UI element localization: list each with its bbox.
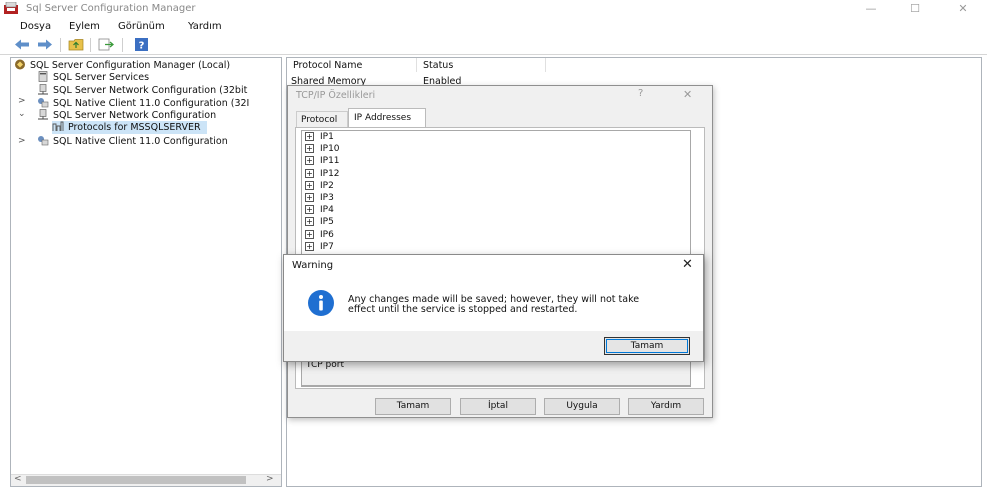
ip-item-label: IP7 [320, 241, 334, 252]
ip-item-label: IP2 [320, 180, 334, 191]
scroll-left-icon[interactable]: < [14, 474, 22, 484]
column-divider [545, 58, 546, 72]
ip-list-item[interactable]: + IP12 [305, 168, 340, 181]
maximize-button[interactable]: ☐ [900, 1, 930, 17]
collapse-caret-icon[interactable]: ⌄ [18, 109, 26, 119]
tab-protocol[interactable]: Protocol [296, 111, 348, 127]
network-config-icon [37, 109, 49, 120]
dialog-close-icon[interactable]: ✕ [683, 88, 692, 101]
ip-item-label: IP5 [320, 217, 334, 228]
expand-plus-icon[interactable]: + [305, 168, 314, 178]
ip-list-item[interactable]: + IP6 [305, 229, 334, 242]
tree-item-network-32bit[interactable]: SQL Server Network Configuration (32bit [37, 84, 247, 97]
column-divider [416, 58, 417, 72]
toolbar-separator [90, 38, 91, 52]
config-manager-icon [14, 59, 26, 70]
tree-label: SQL Native Client 11.0 Configuration [53, 136, 228, 147]
tree-label: SQL Native Client 11.0 Configuration (32… [53, 98, 250, 109]
expand-caret-icon[interactable]: > [18, 136, 26, 146]
tree-item-services[interactable]: SQL Server Services [37, 71, 149, 84]
server-icon [37, 71, 49, 82]
warning-close-icon[interactable]: ✕ [682, 257, 693, 272]
expand-plus-icon[interactable]: + [305, 241, 314, 251]
warning-message-line2: effect until the service is stopped and … [348, 304, 578, 315]
scrollbar-thumb[interactable] [26, 476, 246, 484]
app-icon [4, 1, 20, 15]
expand-plus-icon[interactable]: + [305, 156, 314, 166]
ip-item-label: IP3 [320, 193, 334, 203]
minimize-button[interactable]: — [856, 1, 886, 17]
expand-plus-icon[interactable]: + [305, 180, 314, 190]
expand-plus-icon[interactable]: + [305, 205, 314, 215]
ip-list-item[interactable]: + IP5 [305, 217, 334, 229]
ip-list-item[interactable]: + IP3 [305, 193, 334, 205]
forward-icon[interactable] [37, 38, 53, 51]
folder-up-icon[interactable] [68, 38, 84, 51]
ip-item-label: IP4 [320, 205, 334, 216]
window-title: Sql Server Configuration Manager [26, 3, 196, 14]
native-client-icon [37, 135, 49, 146]
ip-list-item[interactable]: + IP11 [305, 156, 340, 168]
warning-ok-button[interactable]: Tamam [604, 337, 690, 355]
help-icon[interactable]: ? [134, 38, 150, 52]
export-icon[interactable] [98, 38, 115, 51]
tree-label: SQL Server Configuration Manager (Local) [30, 60, 231, 71]
protocols-icon [52, 121, 64, 132]
close-button[interactable]: ✕ [948, 1, 978, 17]
tree-label: SQL Server Network Configuration [53, 110, 217, 121]
cancel-button[interactable]: İptal [460, 398, 536, 415]
tree-label: SQL Server Services [53, 72, 150, 83]
ip-list-item[interactable]: + IP1 [305, 132, 334, 144]
menu-action[interactable]: Eylem [69, 21, 100, 32]
network-config-icon [37, 84, 49, 95]
ok-button[interactable]: Tamam [375, 398, 451, 415]
info-icon [307, 289, 335, 317]
warning-title: Warning [292, 260, 334, 271]
ip-list-item[interactable]: + IP10 [305, 144, 340, 156]
native-client-icon [37, 97, 49, 108]
apply-button[interactable]: Uygula [544, 398, 620, 415]
column-status[interactable]: Status [423, 60, 453, 71]
back-icon[interactable] [14, 38, 30, 51]
ip-list-item[interactable]: + IP2 [305, 180, 334, 193]
ip-item-label: IP1 [320, 132, 334, 142]
expand-plus-icon[interactable]: + [305, 217, 314, 227]
ip-item-label: IP12 [320, 168, 340, 179]
menu-help[interactable]: Yardım [188, 21, 222, 32]
dialog-help-button[interactable]: Yardım [628, 398, 704, 415]
expand-plus-icon[interactable]: + [305, 193, 314, 202]
tab-ip-addresses[interactable]: IP Addresses [348, 108, 426, 128]
ip-list-item[interactable]: + IP7 [305, 241, 334, 254]
expand-plus-icon[interactable]: + [305, 144, 314, 154]
help-question-icon[interactable]: ? [638, 88, 643, 99]
toolbar-separator [122, 38, 123, 52]
ip-list-item[interactable]: + IP4 [305, 205, 334, 217]
tree-label: Protocols for MSSQLSERVER [68, 122, 201, 133]
scroll-right-icon[interactable]: > [266, 474, 274, 484]
tree-label: SQL Server Network Configuration (32bit [53, 85, 248, 96]
expand-plus-icon[interactable]: + [305, 229, 314, 239]
ip-item-label: IP10 [320, 144, 340, 155]
column-protocol-name[interactable]: Protocol Name [293, 60, 362, 71]
ip-item-label: IP11 [320, 156, 340, 167]
toolbar-separator [60, 38, 61, 52]
svg-text:?: ? [139, 41, 145, 52]
menu-view[interactable]: Görünüm [118, 21, 165, 32]
tree-item-protocols-mssqlserver[interactable]: Protocols for MSSQLSERVER [52, 121, 207, 134]
menu-file[interactable]: Dosya [20, 21, 51, 32]
dialog-title: TCP/IP Özellikleri [296, 90, 376, 101]
tree-item-native-client[interactable]: SQL Native Client 11.0 Configuration [37, 135, 228, 148]
expand-caret-icon[interactable]: > [18, 96, 26, 106]
ip-item-label: IP6 [320, 229, 334, 240]
expand-plus-icon[interactable]: + [305, 132, 314, 141]
